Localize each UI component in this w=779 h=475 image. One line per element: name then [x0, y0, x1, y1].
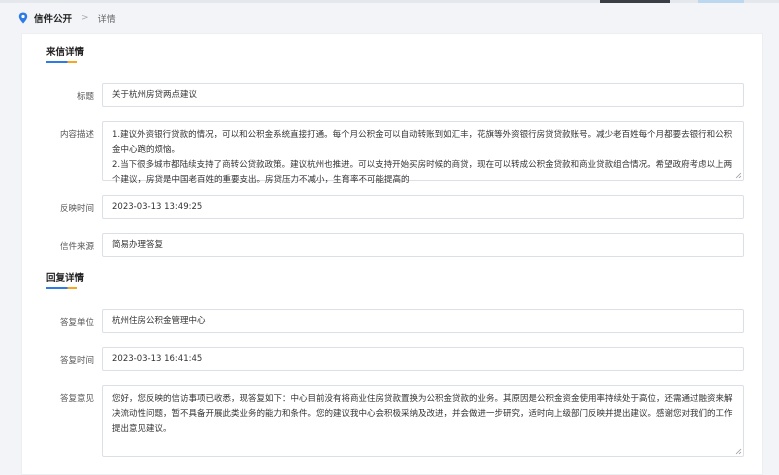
resize-handle-icon[interactable] [735, 172, 742, 179]
reply-opinion-label: 答复意见 [59, 394, 94, 404]
breadcrumb: 信件公开 > 详情 [18, 10, 116, 26]
breadcrumb-separator: > [81, 13, 89, 23]
reply-opinion-text: 您好，您反映的信访事项已收悉，现答复如下：中心目前没有将商业住房贷款置换为公积金… [112, 394, 733, 434]
reply-time-label: 答复时间 [59, 356, 94, 366]
content-label: 内容描述 [59, 130, 94, 140]
top-toolbar-block [600, 0, 670, 3]
letter-section-title: 来信详情 [46, 47, 85, 58]
content-text: 1.建议外资银行贷款的情况，可以和公积金系统直接打通。每个月公积金可以自动转账到… [112, 130, 733, 185]
reply-section-title: 回复详情 [46, 273, 85, 284]
source-field[interactable]: 简易办理答复 [102, 233, 744, 257]
breadcrumb-item-letters[interactable]: 信件公开 [34, 11, 72, 25]
top-toolbar-block-light [698, 0, 744, 3]
resize-handle-icon[interactable] [735, 448, 742, 455]
reply-unit-field[interactable]: 杭州住房公积金管理中心 [102, 309, 744, 333]
letter-section-underline [46, 61, 77, 63]
reply-time-field[interactable]: 2023-03-13 16:41:45 [102, 347, 744, 371]
reply-unit-label: 答复单位 [59, 318, 94, 328]
report-time-label: 反映时间 [59, 204, 94, 214]
reply-section-underline [46, 287, 77, 289]
breadcrumb-item-detail: 详情 [97, 14, 116, 25]
content-field[interactable]: 1.建议外资银行贷款的情况，可以和公积金系统直接打通。每个月公积金可以自动转账到… [102, 121, 744, 185]
location-pin-icon [18, 12, 28, 24]
report-time-field[interactable]: 2023-03-13 13:49:25 [102, 195, 744, 219]
reply-opinion-field[interactable]: 您好，您反映的信访事项已收悉，现答复如下：中心目前没有将商业住房贷款置换为公积金… [102, 385, 744, 457]
source-label: 信件来源 [59, 242, 94, 252]
title-label: 标题 [76, 92, 94, 102]
title-field[interactable]: 关于杭州房贷两点建议 [102, 83, 744, 107]
detail-card: 来信详情 标题 关于杭州房贷两点建议 内容描述 1.建议外资银行贷款的情况，可以… [21, 33, 763, 475]
